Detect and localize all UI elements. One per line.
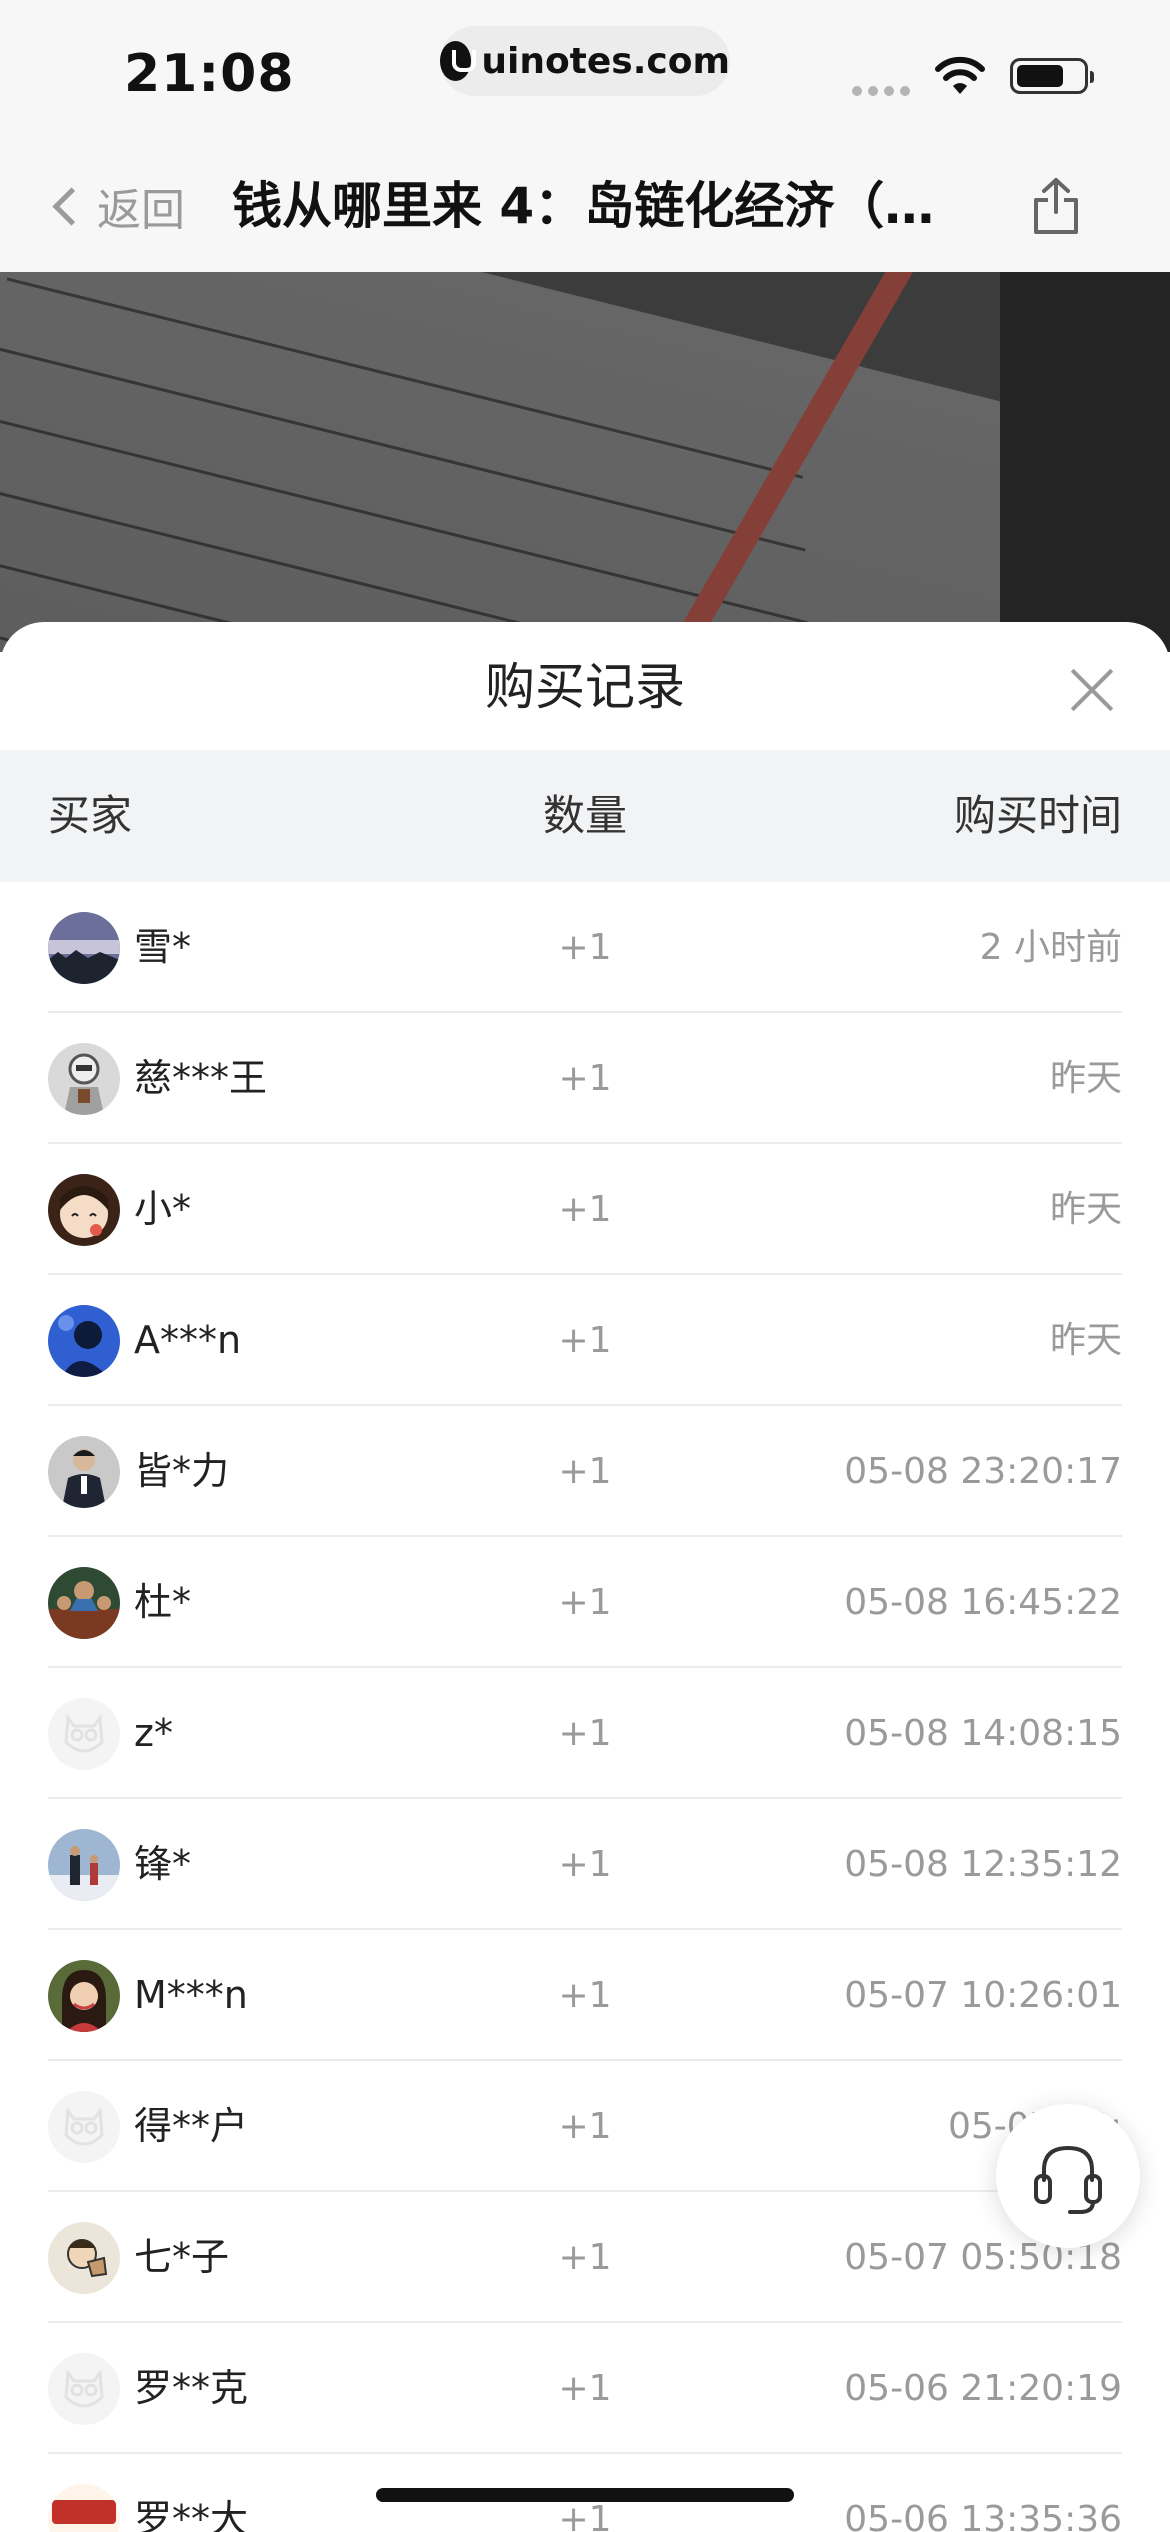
status-time: 21:08 [124,44,295,104]
table-row: M***n +1 05-07 10:26:01 [48,1930,1122,2061]
purchase-time: 2 小时前 [979,927,1122,968]
status-bar: 21:08 uinotes.com [0,0,1170,140]
purchase-time: 昨天 [1049,1058,1122,1099]
purchase-time: 05-07 10:26:01 [844,1975,1122,2016]
back-label: 返回 [97,185,185,236]
headset-icon [1034,2145,1102,2214]
home-indicator[interactable] [376,2488,794,2502]
purchase-time: 05-08 12:35:12 [844,1844,1122,1885]
purchase-time: 昨天 [1049,1320,1122,1361]
wifi-icon [935,56,985,94]
quantity: +1 [558,1058,612,1099]
table-row: 锋* +1 05-08 12:35:12 [48,1799,1122,1930]
purchase-time: 05-08 16:45:22 [844,1582,1122,1623]
table-row: 慈***王 +1 昨天 [48,1013,1122,1144]
table-row: 罗**克 +1 05-06 21:20:19 [48,2323,1122,2454]
table-row: 皆*力 +1 05-08 23:20:17 [48,1406,1122,1537]
share-icon[interactable] [1030,176,1082,236]
back-button[interactable]: 返回 [44,176,185,236]
nav-bar: 返回 钱从哪里来 4：岛链化经济（… [0,140,1170,272]
app-screen: 21:08 uinotes.com 返回 钱从哪里来 4：岛链化经济（… 购买记… [0,0,1170,2532]
table-row: 小* +1 昨天 [48,1144,1122,1275]
sheet-title: 购买记录 [485,658,685,716]
url-text: uinotes.com [481,40,730,82]
column-purchase-time: 购买时间 [953,791,1122,840]
cellular-signal-icon [852,86,910,96]
purchase-records-sheet: 购买记录 买家 数量 购买时间 雪* +1 2 小时前 慈***王 +1 昨天 … [0,622,1170,2532]
page-title: 钱从哪里来 4：岛链化经济（… [232,177,935,235]
table-row: 得**户 +1 05-07 09: [48,2061,1122,2192]
quantity: +1 [558,927,612,968]
battery-icon [1010,58,1094,94]
quantity: +1 [558,1320,612,1361]
purchase-time: 05-08 23:20:17 [844,1451,1122,1492]
url-pill[interactable]: uinotes.com [440,26,730,96]
customer-support-button[interactable] [996,2104,1140,2248]
purchase-time: 昨天 [1049,1189,1122,1230]
table-row: 雪* +1 2 小时前 [48,882,1122,1013]
cover-image [0,272,1170,652]
purchase-time: 05-06 21:20:19 [844,2368,1122,2409]
table-row: A***n +1 昨天 [48,1275,1122,1406]
site-logo-icon [440,41,477,81]
table-row: 杜* +1 05-08 16:45:22 [48,1537,1122,1668]
purchase-time: 05-08 14:08:15 [844,1713,1122,1754]
purchase-time: 05-06 13:35:36 [844,2499,1122,2532]
purchase-list: 雪* +1 2 小时前 慈***王 +1 昨天 小* +1 昨天 A***n +… [48,882,1122,2532]
chevron-left-icon [52,186,91,226]
table-row: 七*子 +1 05-07 05:50:18 [48,2192,1122,2323]
table-row: z* +1 05-08 14:08:15 [48,1668,1122,1799]
quantity: +1 [558,1189,612,1230]
table-header: 买家 数量 购买时间 [0,750,1170,882]
close-icon[interactable] [1064,662,1120,718]
